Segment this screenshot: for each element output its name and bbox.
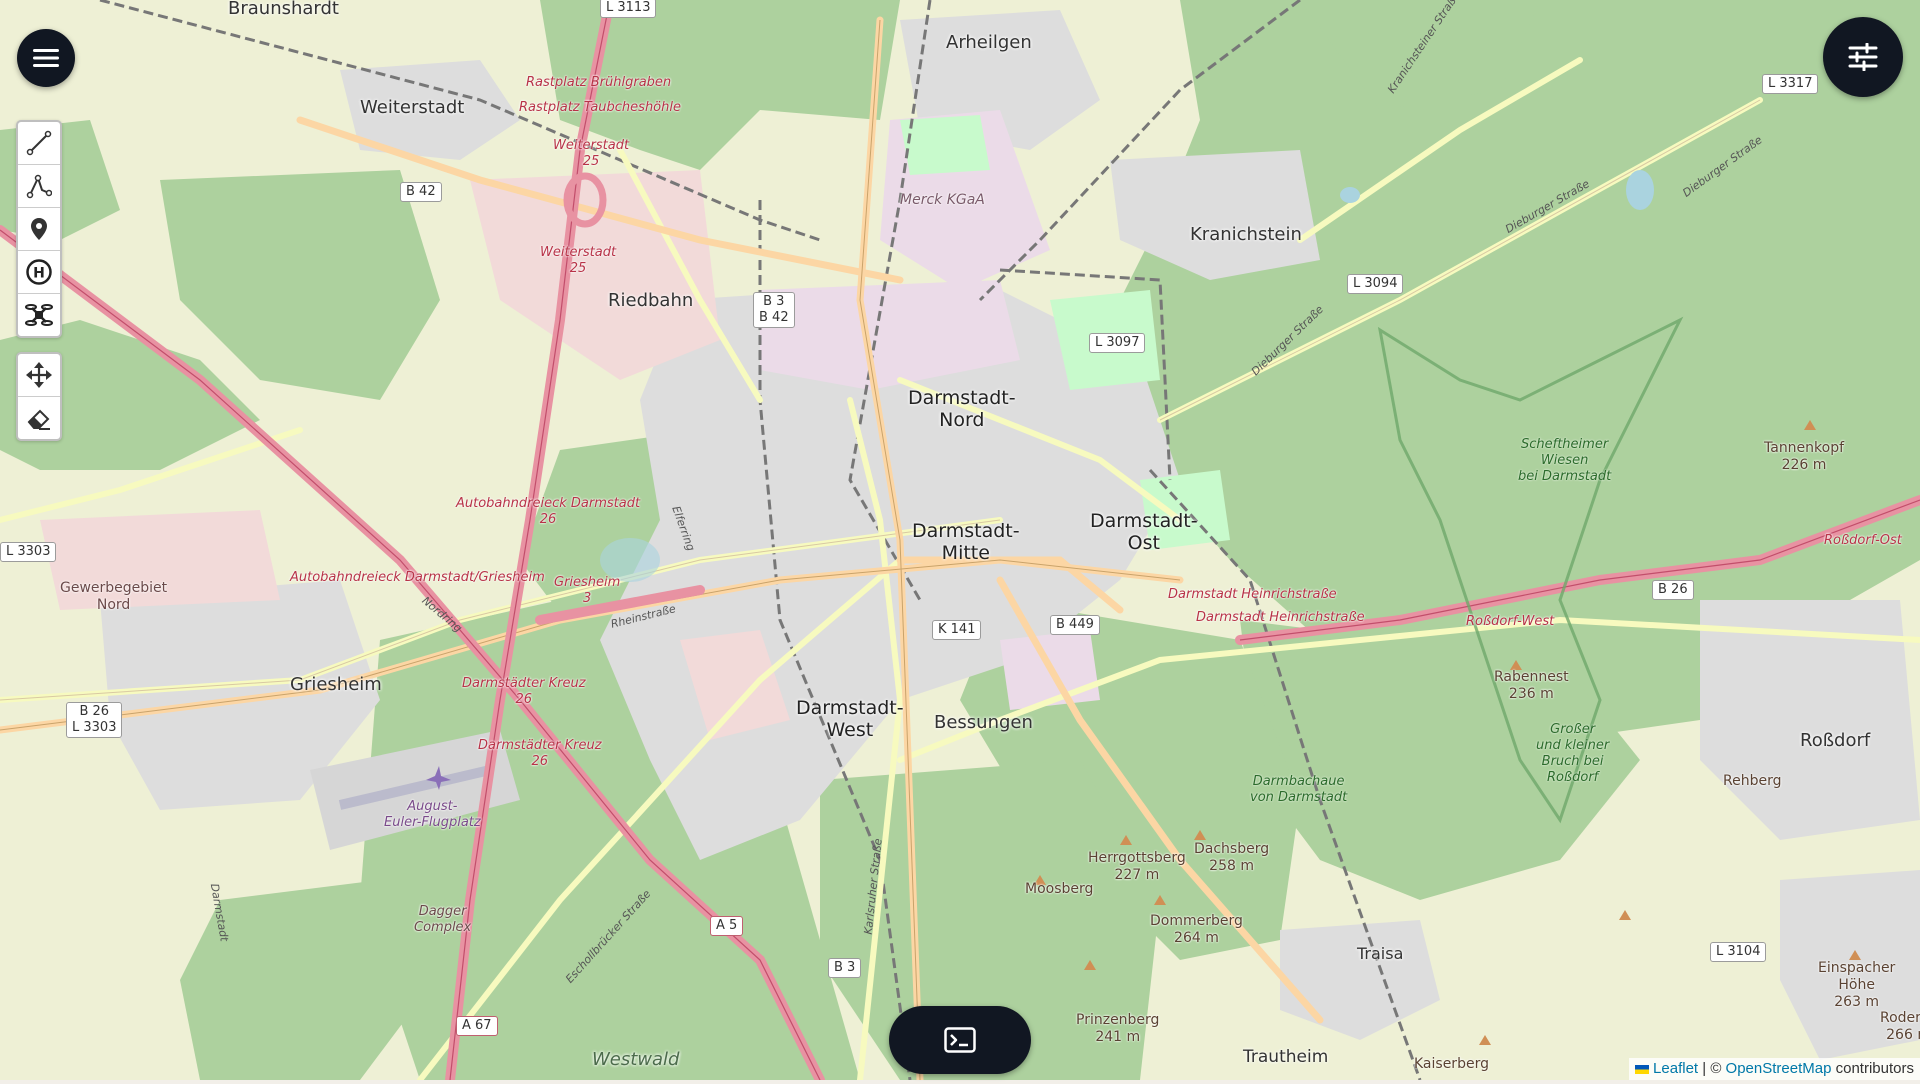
road-shield-l3317: L 3317 [1762,74,1818,94]
attribution-suffix: contributors [1831,1060,1914,1077]
menu-button[interactable] [17,29,75,87]
draw-toolbar: H [16,120,62,338]
road-shield-b26: B 26 [1652,580,1694,600]
road-shield-l3113: L 3113 [600,0,656,18]
draw-path-tool[interactable] [18,165,60,208]
map-canvas[interactable]: Braunshardt Arheilgen Weiterstadt Kranic… [0,0,1920,1080]
road-shield-l3104: L 3104 [1710,942,1766,962]
drone-icon [25,301,53,329]
move-tool[interactable] [18,354,60,397]
svg-text:H: H [33,266,45,282]
drone-tool[interactable] [18,294,60,336]
attribution-separator: | © [1698,1060,1725,1077]
terminal-icon [944,1027,976,1053]
map-tiles [0,0,1920,1080]
erase-tool[interactable] [18,397,60,439]
map-pin-icon [26,216,52,242]
road-shield-b26-l3303: B 26 L 3303 [66,702,122,738]
road-shield-b449: B 449 [1050,615,1100,635]
osm-link[interactable]: OpenStreetMap [1726,1060,1832,1077]
terminal-button[interactable] [889,1006,1031,1074]
road-shield-a67: A 67 [456,1016,498,1036]
road-shield-l3303: L 3303 [0,542,56,562]
road-shield-l3097: L 3097 [1089,333,1145,353]
path-icon [26,173,52,199]
draw-line-tool[interactable] [18,122,60,165]
road-shield-k141: K 141 [932,620,981,640]
helipad-icon: H [25,258,53,286]
hamburger-menu-icon [33,47,59,69]
move-icon [25,361,53,389]
road-shield-b3-b42: B 3 B 42 [753,292,795,328]
road-shield-b3: B 3 [828,958,861,978]
ukraine-flag-icon [1635,1065,1649,1074]
map-attribution: Leaflet | © OpenStreetMap contributors [1629,1058,1920,1080]
road-shield-l3094: L 3094 [1347,274,1403,294]
sliders-icon [1848,43,1878,71]
helipad-tool[interactable]: H [18,251,60,294]
road-shield-b42: B 42 [400,182,442,202]
eraser-icon [25,404,53,432]
polyline-icon [26,130,52,156]
place-marker-tool[interactable] [18,208,60,251]
road-shield-a5: A 5 [710,916,743,936]
leaflet-link[interactable]: Leaflet [1653,1060,1698,1077]
edit-toolbar [16,352,62,441]
settings-button[interactable] [1823,17,1903,97]
